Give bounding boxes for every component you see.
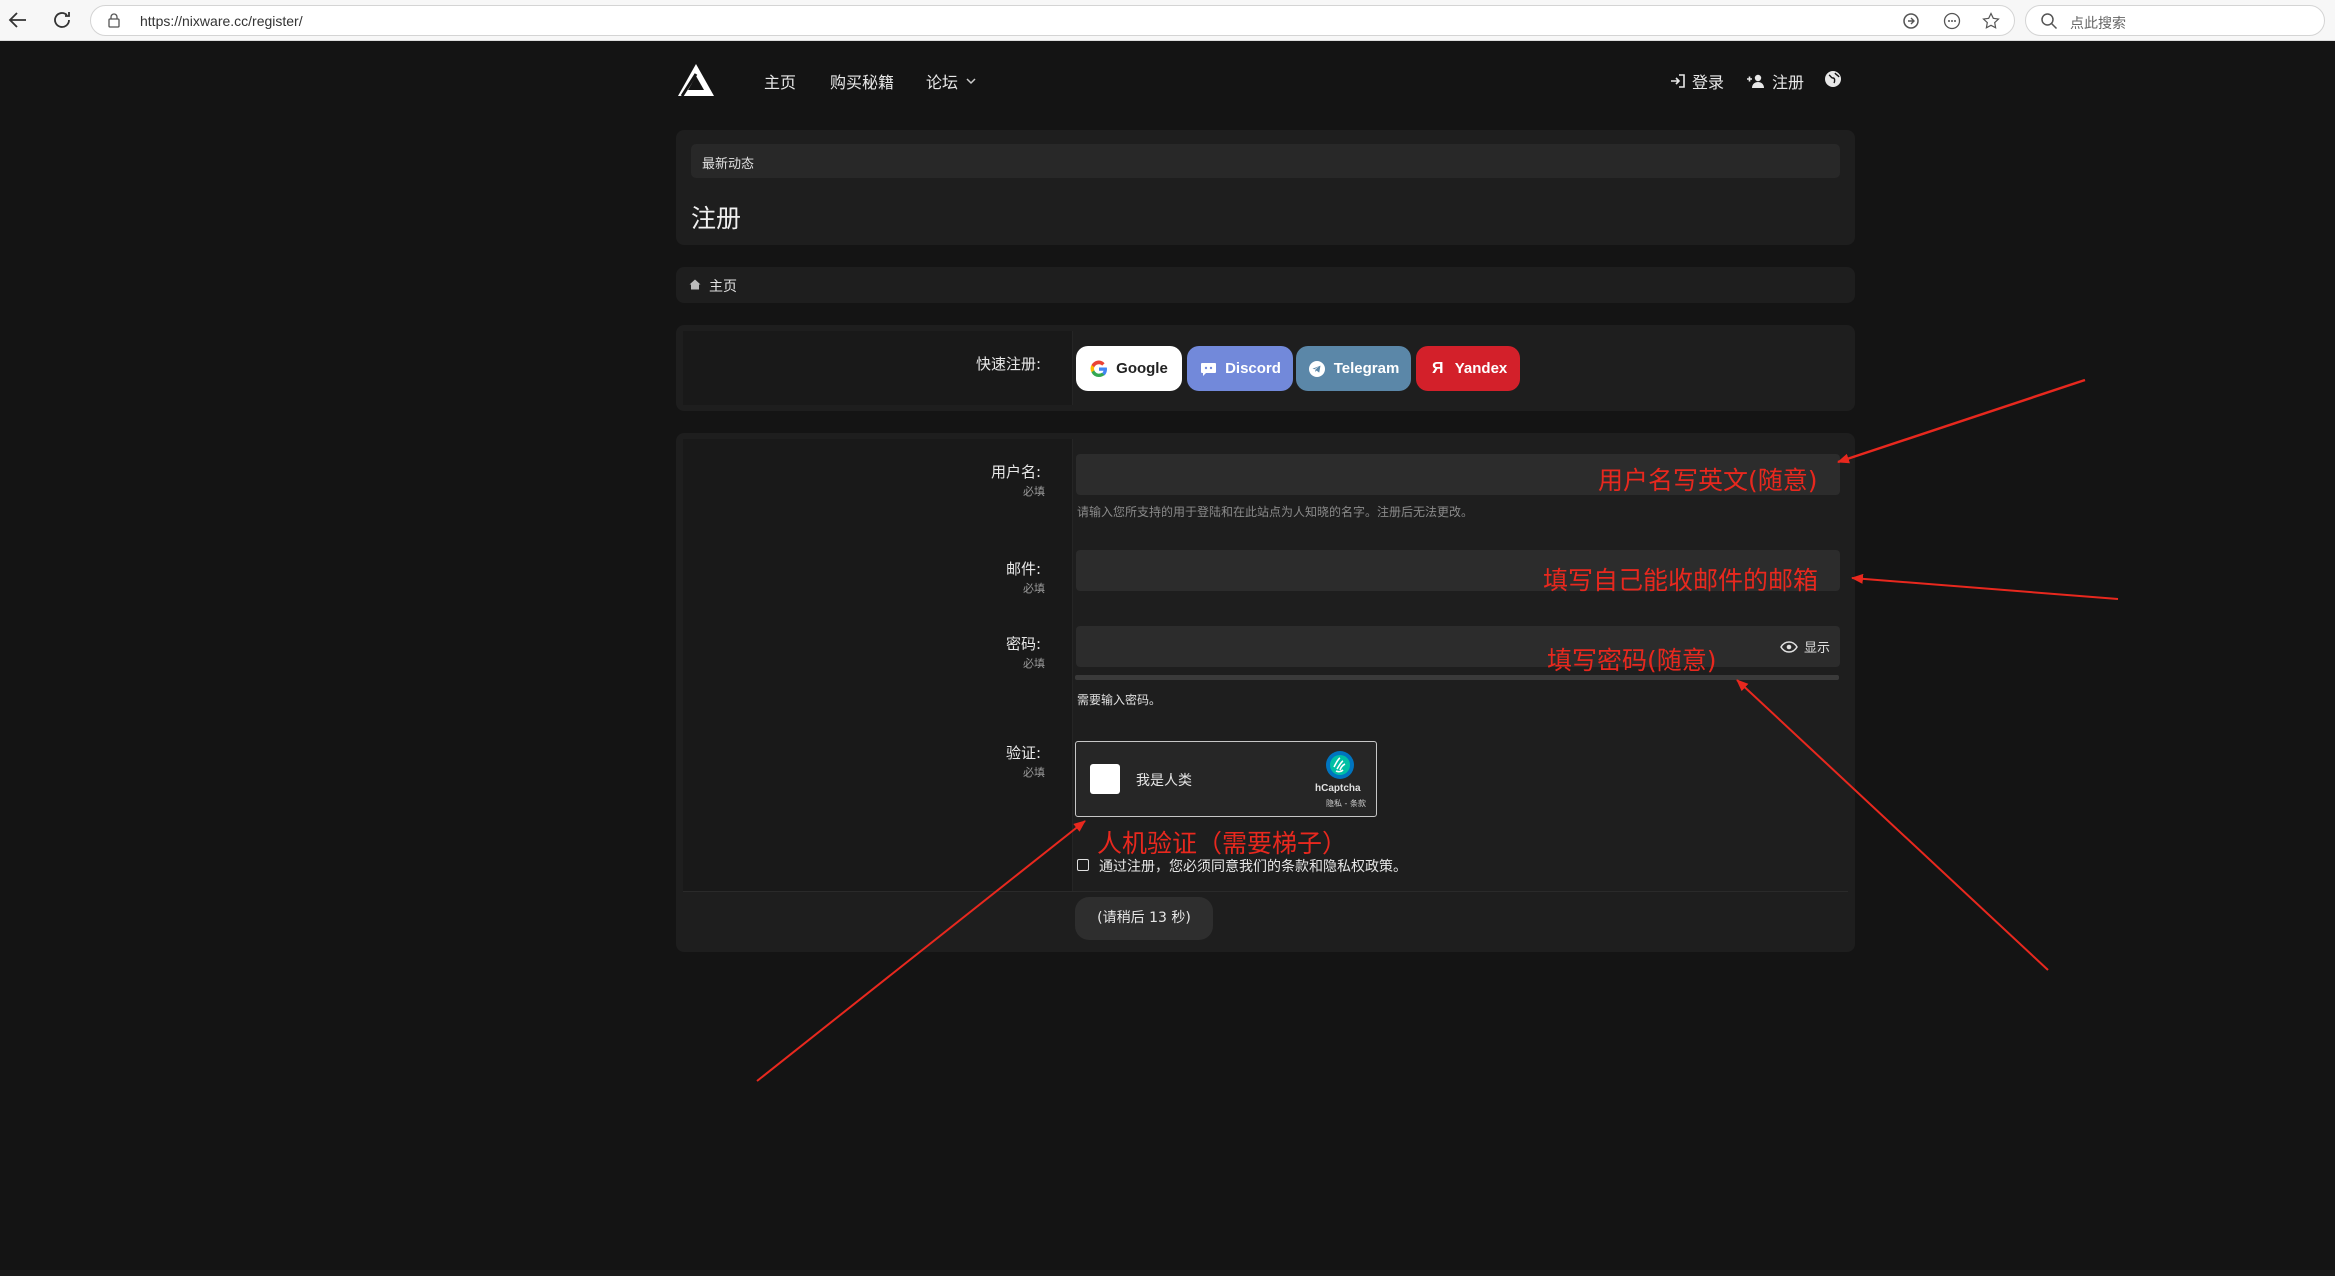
discord-label: Discord <box>1225 360 1281 377</box>
email-label: 邮件: <box>1005 560 1041 578</box>
favorite-star-icon[interactable] <box>1981 12 2001 32</box>
browser-search-box[interactable]: 点此搜索 <box>2025 5 2325 36</box>
google-label: Google <box>1116 360 1168 377</box>
email-arrow <box>1851 573 2119 600</box>
search-icon <box>2041 13 2058 30</box>
discord-button[interactable]: Discord <box>1187 346 1293 391</box>
captcha-row-label: 验证: <box>1005 744 1041 762</box>
register-label: 注册 <box>1772 73 1805 92</box>
nav-forum-label: 论坛 <box>926 73 959 92</box>
title-panel: 最新动态 注册 <box>676 130 1855 245</box>
password-label: 密码: <box>1005 635 1041 653</box>
yandex-button[interactable]: Я Yandex <box>1416 346 1520 391</box>
telegram-button[interactable]: Telegram <box>1296 346 1411 391</box>
eye-icon <box>1780 640 1798 653</box>
password-required: 必填 <box>1023 657 1045 670</box>
telegram-label: Telegram <box>1333 360 1400 377</box>
captcha-annotation: 人机验证（需要梯子） <box>1097 829 1348 858</box>
username-annotation: 用户名写英文(随意) <box>1598 466 1818 495</box>
language-globe-icon[interactable] <box>1824 70 1842 88</box>
bottom-strip <box>0 1270 2335 1276</box>
refresh-page-icon[interactable] <box>1901 12 1921 32</box>
quick-register-panel: 快速注册: Google Discord Telegram Я Yandex <box>676 325 1855 411</box>
username-arrow <box>1837 378 2086 464</box>
address-bar[interactable]: https://nixware.cc/register/ <box>90 5 2015 36</box>
hcaptcha-links[interactable]: 隐私 - 条款 <box>1326 798 1366 809</box>
email-required: 必填 <box>1023 582 1045 595</box>
show-password-label: 显示 <box>1803 641 1830 656</box>
recent-activity-label[interactable]: 最新动态 <box>702 153 754 172</box>
nav-forum[interactable]: 论坛 <box>926 69 976 93</box>
password-field[interactable]: 显示 <box>1076 626 1840 667</box>
hcaptcha-widget: 我是人类 hCaptcha 隐私 - 条款 <box>1075 741 1377 817</box>
quick-register-label: 快速注册: <box>975 355 1041 373</box>
nav-buy[interactable]: 购买秘籍 <box>830 69 894 93</box>
email-annotation: 填写自己能收邮件的邮箱 <box>1543 566 1819 595</box>
login-icon <box>1671 74 1685 88</box>
captcha-label: 我是人类 <box>1136 773 1192 789</box>
yandex-label: Yandex <box>1454 360 1508 377</box>
register-link[interactable]: 注册 <box>1746 69 1804 93</box>
register-form: 用户名: 必填 请输入您所支持的用于登陆和在此站点为人知晓的名字。注册后无法更改… <box>676 433 1855 952</box>
browser-toolbar: https://nixware.cc/register/ 点此搜索 <box>0 0 2335 41</box>
chevron-down-icon <box>966 77 976 84</box>
more-options-icon[interactable] <box>1942 12 1962 32</box>
home-icon <box>689 279 701 290</box>
nav-home[interactable]: 主页 <box>764 69 796 93</box>
page-title: 注册 <box>691 204 742 233</box>
yandex-icon: Я <box>1431 359 1444 377</box>
google-button[interactable]: Google <box>1076 346 1182 391</box>
breadcrumb-home[interactable]: 主页 <box>709 276 737 296</box>
telegram-icon <box>1308 360 1326 378</box>
login-link[interactable]: 登录 <box>1670 69 1724 93</box>
captcha-required: 必填 <box>1023 766 1045 779</box>
show-password-button[interactable]: 显示 <box>1780 637 1830 656</box>
hcaptcha-brand: hCaptcha <box>1315 783 1361 794</box>
site-logo[interactable] <box>676 62 716 98</box>
reload-icon[interactable] <box>50 8 74 32</box>
register-submit-button[interactable]: (请稍后 13 秒) <box>1075 897 1213 940</box>
recent-activity-bar[interactable]: 最新动态 <box>691 144 1840 178</box>
password-annotation: 填写密码(随意) <box>1547 646 1717 675</box>
password-strength-meter <box>1075 675 1839 680</box>
form-divider <box>683 891 1848 892</box>
username-required: 必填 <box>1023 485 1045 498</box>
lock-icon[interactable] <box>107 13 121 28</box>
add-user-icon <box>1747 74 1764 88</box>
login-label: 登录 <box>1692 73 1725 92</box>
breadcrumb: 主页 <box>676 267 1855 303</box>
form-label-column <box>683 439 1073 891</box>
username-hint: 请输入您所支持的用于登陆和在此站点为人知晓的名字。注册后无法更改。 <box>1077 505 1474 519</box>
search-placeholder[interactable]: 点此搜索 <box>2070 13 2126 33</box>
url-text[interactable]: https://nixware.cc/register/ <box>140 13 303 29</box>
password-hint: 需要输入密码。 <box>1077 693 1162 707</box>
hcaptcha-logo-icon <box>1326 751 1354 779</box>
discord-icon <box>1199 360 1217 378</box>
captcha-checkbox[interactable] <box>1090 764 1120 794</box>
username-label: 用户名: <box>990 463 1041 481</box>
google-icon <box>1090 360 1108 378</box>
back-arrow-icon[interactable] <box>6 8 30 32</box>
agree-checkbox[interactable] <box>1077 859 1089 871</box>
